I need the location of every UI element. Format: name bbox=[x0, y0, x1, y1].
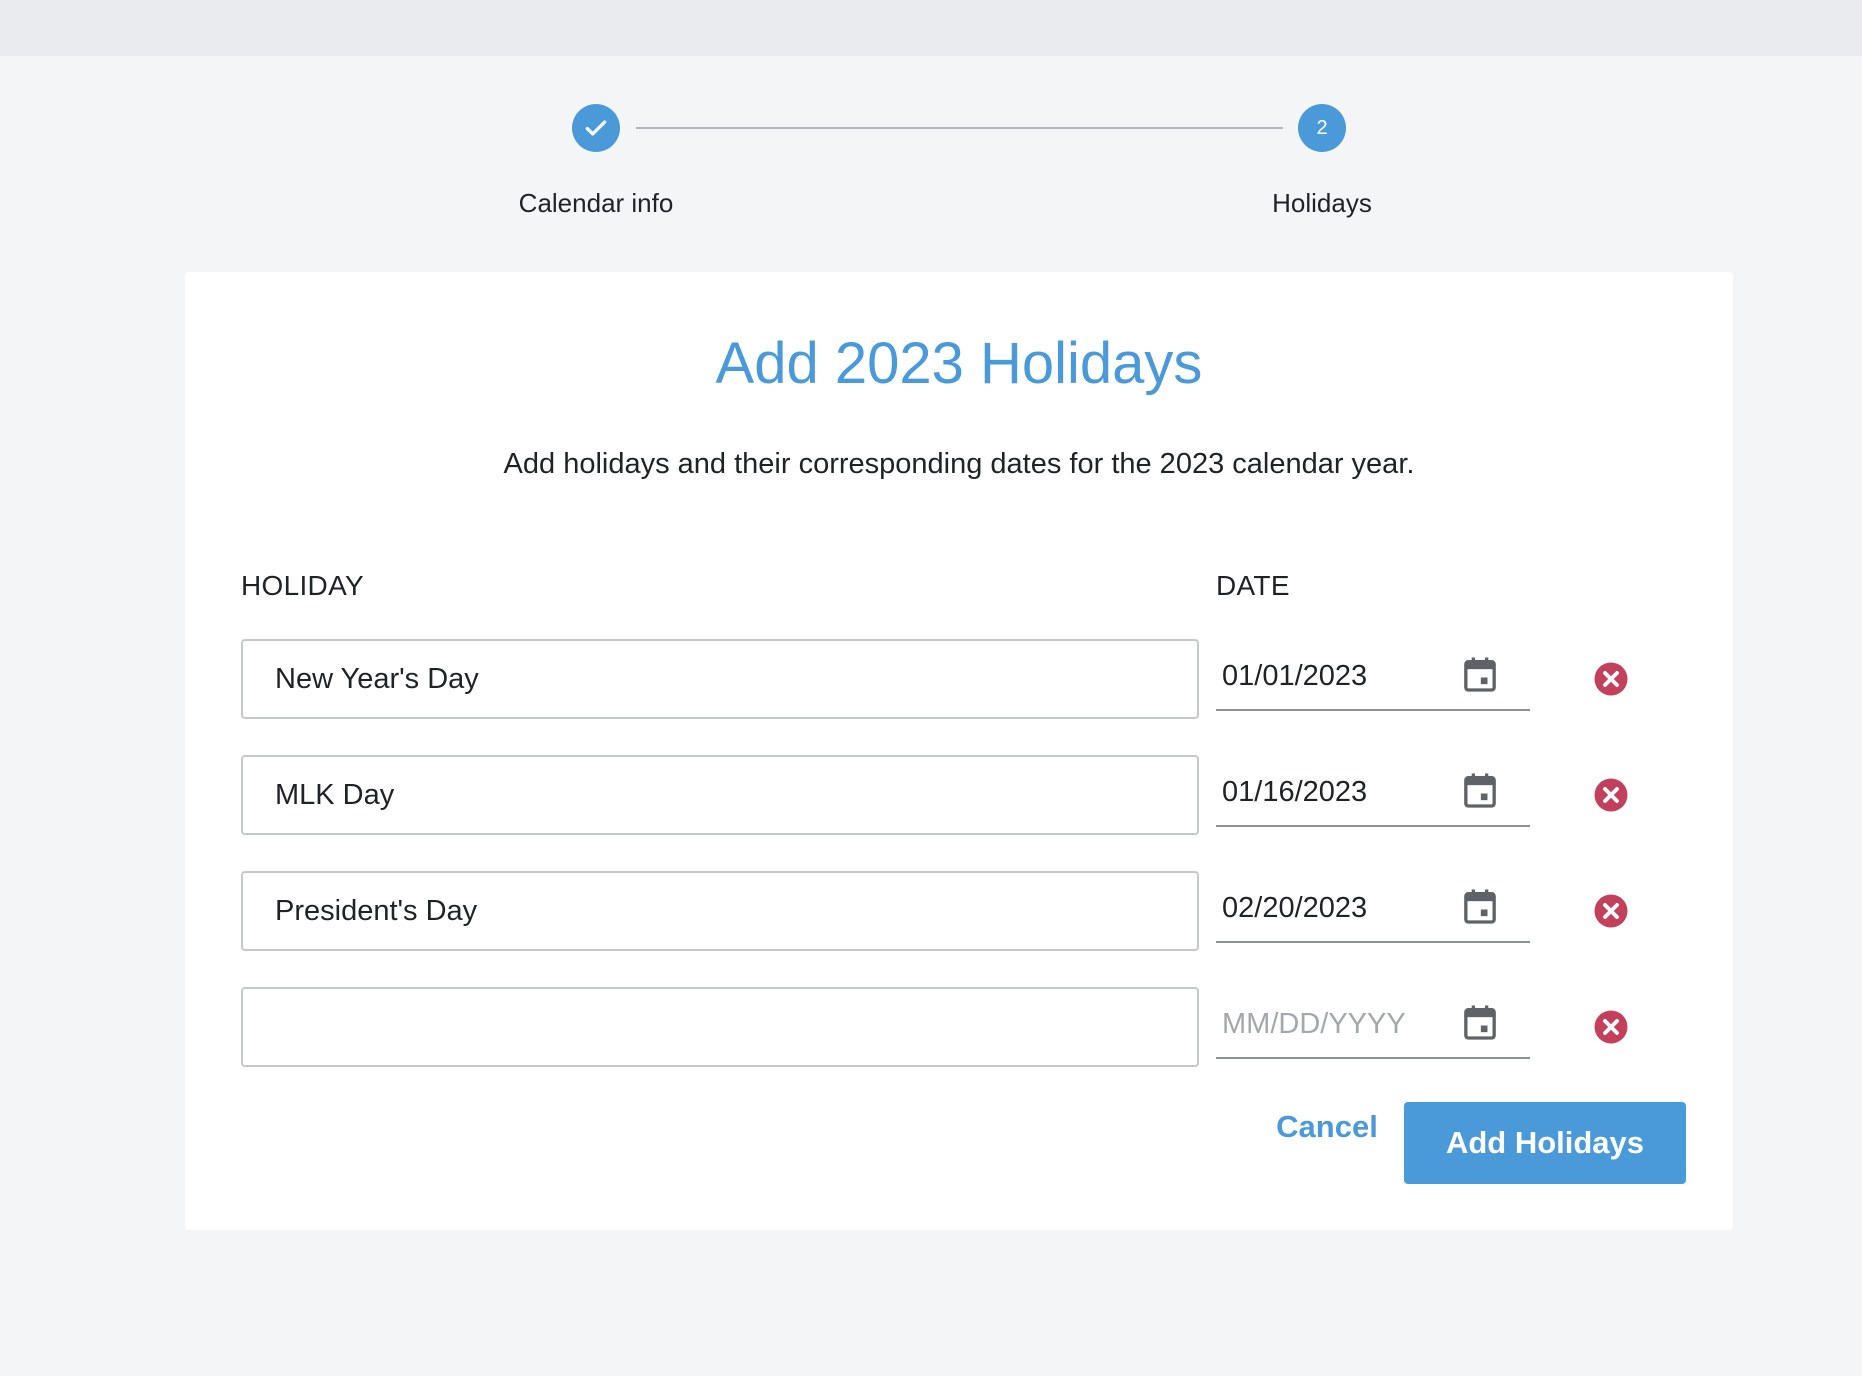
remove-row-icon[interactable] bbox=[1593, 1009, 1629, 1045]
calendar-icon[interactable] bbox=[1460, 885, 1500, 929]
holiday-date-input[interactable] bbox=[1222, 769, 1442, 815]
holiday-name-input[interactable] bbox=[241, 639, 1199, 719]
remove-row-icon[interactable] bbox=[1593, 893, 1629, 929]
holiday-name-input[interactable] bbox=[241, 987, 1199, 1067]
step-current-indicator: 2 bbox=[1298, 104, 1346, 152]
date-field bbox=[1216, 755, 1530, 827]
holiday-row bbox=[185, 755, 1733, 835]
remove-row-icon[interactable] bbox=[1593, 661, 1629, 697]
holiday-date-input[interactable] bbox=[1222, 885, 1442, 931]
holiday-date-input[interactable] bbox=[1222, 1001, 1442, 1047]
calendar-icon[interactable] bbox=[1460, 1001, 1500, 1045]
holiday-column-header: HOLIDAY bbox=[241, 570, 364, 601]
stepper: 2 Calendar info Holidays bbox=[0, 0, 1862, 240]
dialog-subtitle: Add holidays and their corresponding dat… bbox=[503, 448, 1415, 480]
add-holidays-button[interactable]: Add Holidays bbox=[1404, 1102, 1686, 1184]
date-field bbox=[1216, 987, 1530, 1059]
cancel-button[interactable]: Cancel bbox=[1257, 1098, 1397, 1156]
date-column-header: DATE bbox=[1216, 570, 1290, 601]
dialog-title: Add 2023 Holidays bbox=[715, 331, 1203, 396]
step-label-holidays: Holidays bbox=[1272, 188, 1372, 218]
step-complete-indicator bbox=[572, 104, 620, 152]
step-label-calendar-info: Calendar info bbox=[518, 188, 674, 218]
holiday-name-input[interactable] bbox=[241, 871, 1199, 951]
date-field bbox=[1216, 639, 1530, 711]
check-icon bbox=[585, 120, 607, 136]
calendar-icon[interactable] bbox=[1460, 769, 1500, 813]
calendar-icon[interactable] bbox=[1460, 653, 1500, 697]
date-field bbox=[1216, 871, 1530, 943]
holiday-name-input[interactable] bbox=[241, 755, 1199, 835]
holiday-row bbox=[185, 987, 1733, 1067]
holiday-row bbox=[185, 639, 1733, 719]
holiday-date-input[interactable] bbox=[1222, 653, 1442, 699]
stepper-connector bbox=[636, 127, 1283, 129]
holiday-row bbox=[185, 871, 1733, 951]
remove-row-icon[interactable] bbox=[1593, 777, 1629, 813]
add-holidays-dialog: Add 2023 Holidays Add holidays and their… bbox=[185, 272, 1733, 1230]
